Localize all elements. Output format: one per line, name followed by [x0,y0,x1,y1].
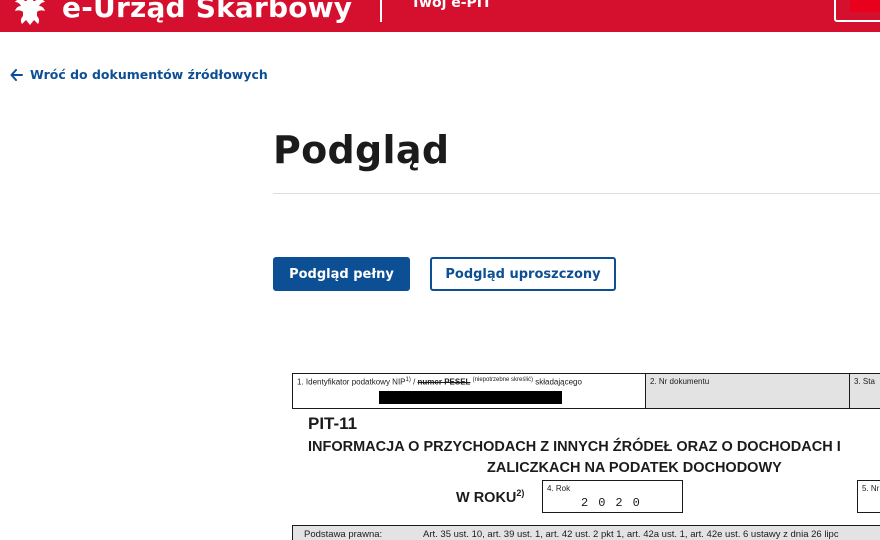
field-year-label: 4. Rok [547,484,571,493]
full-preview-button[interactable]: Podgląd pełny [273,257,410,291]
in-year-text: W ROKU [456,489,517,506]
field-5: 5. Nr [857,480,880,513]
field-note: (niepotrzebne skreślić) [472,377,534,383]
eagle-emblem-icon [15,0,45,25]
struck-pesel-label: numer PESEL [417,377,471,387]
form-heading-line1: INFORMACJA O PRZYCHODACH Z INNYCH ŹRÓDEŁ… [308,439,841,455]
arrow-left-icon [10,68,23,81]
pit11-form-preview: 1. Identyfikator podatkowy NIP1) / numer… [292,373,880,540]
back-link-label: Wróć do dokumentów źródłowych [30,67,268,82]
redacted-taxpayer-id [379,391,562,404]
back-to-source-documents-link[interactable]: Wróć do dokumentów źródłowych [10,67,268,82]
field-5-label: 5. Nr [862,484,880,493]
field-document-number-label: 2. Nr dokumentu [650,377,710,386]
form-code: PIT-11 [308,414,358,433]
brand-name[interactable]: e-Urząd Skarbowy [62,0,352,24]
taxpayer-id-label-text: 1. Identyfikator podatkowy NIP [297,377,406,387]
field-document-number: 2. Nr dokumentu [645,373,850,409]
field-status-label: 3. Sta [854,377,875,386]
field-year: 4. Rok 2020 [542,480,683,513]
service-name[interactable]: Twój e-PIT [411,0,492,11]
brand-divider [380,0,382,22]
legal-basis-row: Podstawa prawna: Art. 35 ust. 10, art. 3… [292,525,880,540]
footnote-2: 2) [516,488,525,498]
legal-basis-text: Art. 35 ust. 10, art. 39 ust. 1, art. 42… [423,529,839,540]
label-slash: / [410,377,418,387]
page-title: Podgląd [273,128,450,172]
legal-basis-label: Podstawa prawna: [304,529,383,540]
in-year-label: W ROKU2) [456,488,524,506]
label-suffix: składającego [533,377,582,387]
top-header-bar: e-Urząd Skarbowy Twój e-PIT [0,0,880,32]
field-year-value: 2020 [581,496,650,510]
header-button-accent [850,0,880,12]
field-taxpayer-id-label: 1. Identyfikator podatkowy NIP1) / numer… [297,377,582,387]
simplified-preview-button[interactable]: Podgląd uproszczony [430,257,616,291]
form-heading-line2: ZALICZKACH NA PODATEK DOCHODOWY [487,460,782,476]
field-taxpayer-id: 1. Identyfikator podatkowy NIP1) / numer… [292,373,646,409]
title-divider [273,193,880,194]
field-status: 3. Sta [849,373,880,409]
